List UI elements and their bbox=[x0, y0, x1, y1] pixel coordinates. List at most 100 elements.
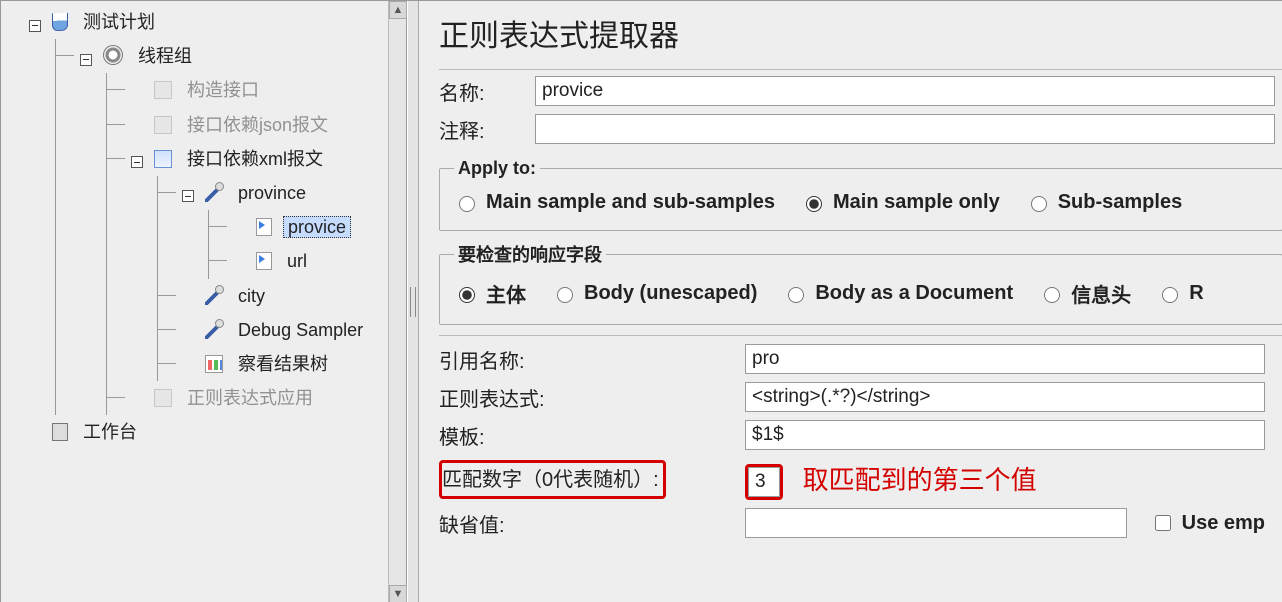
scroll-down-icon[interactable]: ▼ bbox=[389, 585, 407, 602]
tree-node-construct[interactable]: 构造接口 bbox=[107, 73, 406, 107]
apply-to-label-0: Main sample and sub-samples bbox=[486, 191, 775, 214]
regex-input[interactable] bbox=[745, 382, 1265, 412]
use-empty-label: Use emp bbox=[1182, 512, 1265, 535]
extractor-icon bbox=[256, 252, 272, 270]
tree-label: province bbox=[234, 183, 310, 203]
comment-label: 注释: bbox=[439, 110, 535, 148]
name-input[interactable] bbox=[535, 76, 1275, 106]
scroll-up-icon[interactable]: ▲ bbox=[389, 1, 407, 19]
response-radio-1[interactable] bbox=[557, 287, 573, 303]
regex-label: 正则表达式: bbox=[439, 378, 745, 416]
match-no-highlight: 匹配数字（0代表随机）: bbox=[439, 460, 666, 499]
response-label-0: 主体 bbox=[486, 279, 526, 308]
apply-to-fieldset: Apply to: Main sample and sub-samples Ma… bbox=[439, 158, 1282, 231]
tree-node-json-dep[interactable]: 接口依赖json报文 bbox=[107, 108, 406, 142]
tree-scrollbar[interactable]: ▲ ▼ bbox=[388, 1, 406, 602]
extractor-props: 引用名称: 正则表达式: 模板: 匹配数字（0代表随机）: bbox=[439, 340, 1271, 542]
response-option-0[interactable]: 主体 bbox=[454, 279, 526, 308]
template-label: 模板: bbox=[439, 416, 745, 454]
match-no-label: 匹配数字（0代表随机）: bbox=[442, 469, 659, 491]
tree-label: 接口依赖json报文 bbox=[183, 115, 332, 135]
tree-node-debug[interactable]: Debug Sampler bbox=[158, 313, 406, 347]
tree-node-workbench[interactable]: 工作台 bbox=[5, 415, 406, 449]
tree-label: 工作台 bbox=[79, 422, 141, 442]
default-label: 缺省值: bbox=[439, 504, 745, 542]
sampler-icon bbox=[205, 287, 223, 305]
tree-label: 线程组 bbox=[134, 46, 196, 66]
tree-label: city bbox=[234, 286, 269, 306]
response-label-3: 信息头 bbox=[1071, 279, 1131, 308]
apply-to-legend: Apply to: bbox=[454, 158, 540, 179]
toggle-icon[interactable] bbox=[131, 156, 143, 168]
controller-icon bbox=[154, 81, 172, 99]
match-no-input-highlight bbox=[745, 464, 783, 500]
response-option-3[interactable]: 信息头 bbox=[1039, 279, 1131, 308]
tree-node-city[interactable]: city bbox=[158, 279, 406, 313]
tree-node-thread-group[interactable]: 线程组 构造接口 接口依赖json报文 bbox=[56, 39, 406, 415]
tree-node-xml-dep[interactable]: 接口依赖xml报文 province bbox=[107, 142, 406, 381]
default-input[interactable] bbox=[745, 508, 1127, 538]
apply-to-option-2[interactable]: Sub-samples bbox=[1026, 191, 1182, 214]
tree-node-view-results[interactable]: 察看结果树 bbox=[158, 347, 406, 381]
response-radio-2[interactable] bbox=[788, 287, 804, 303]
ref-name-label: 引用名称: bbox=[439, 340, 745, 378]
editor-panel: 正则表达式提取器 名称: 注释: Apply to: Main sample a… bbox=[419, 1, 1282, 602]
tree-node-test-plan[interactable]: 测试计划 线程组 构造接口 bbox=[5, 5, 406, 415]
use-empty-option[interactable]: Use emp bbox=[1151, 512, 1265, 535]
tree-node-regex-app[interactable]: 正则表达式应用 bbox=[107, 381, 406, 415]
tree-node-province[interactable]: province provice bbox=[158, 176, 406, 279]
apply-to-radio-2[interactable] bbox=[1031, 196, 1047, 212]
tree-label: Debug Sampler bbox=[234, 320, 367, 340]
name-comment-form: 名称: 注释: bbox=[439, 72, 1281, 148]
apply-to-label-2: Sub-samples bbox=[1058, 191, 1182, 214]
response-field-legend: 要检查的响应字段 bbox=[454, 241, 606, 267]
template-input[interactable] bbox=[745, 420, 1265, 450]
tree-node-provice-selected[interactable]: provice bbox=[209, 210, 406, 244]
ref-name-input[interactable] bbox=[745, 344, 1265, 374]
match-no-input[interactable] bbox=[748, 467, 780, 497]
tree-label: 测试计划 bbox=[79, 12, 159, 32]
apply-to-label-1: Main sample only bbox=[833, 191, 1000, 214]
annotation-text: 取匹配到的第三个值 bbox=[803, 465, 1037, 495]
tree-label: 构造接口 bbox=[183, 80, 263, 100]
apply-to-radio-0[interactable] bbox=[459, 196, 475, 212]
use-empty-checkbox[interactable] bbox=[1155, 515, 1171, 531]
toggle-icon[interactable] bbox=[80, 54, 92, 66]
response-option-4[interactable]: R bbox=[1157, 279, 1203, 308]
apply-to-radio-1[interactable] bbox=[806, 196, 822, 212]
splitter[interactable] bbox=[407, 1, 419, 602]
controller-icon bbox=[154, 389, 172, 407]
response-option-2[interactable]: Body as a Document bbox=[783, 279, 1013, 308]
response-label-2: Body as a Document bbox=[815, 282, 1013, 305]
response-field-fieldset: 要检查的响应字段 主体 Body (unescaped) Body as a D… bbox=[439, 241, 1282, 325]
controller-icon bbox=[154, 116, 172, 134]
tree-label: 接口依赖xml报文 bbox=[183, 149, 327, 169]
response-label-4: R bbox=[1189, 282, 1203, 305]
gear-icon bbox=[103, 45, 123, 65]
apply-to-option-1[interactable]: Main sample only bbox=[801, 191, 1000, 214]
response-option-1[interactable]: Body (unescaped) bbox=[552, 279, 757, 308]
beaker-icon bbox=[52, 13, 68, 32]
results-icon bbox=[205, 355, 223, 373]
apply-to-option-0[interactable]: Main sample and sub-samples bbox=[454, 191, 775, 214]
name-label: 名称: bbox=[439, 72, 535, 110]
tree-panel: 测试计划 线程组 构造接口 bbox=[1, 1, 407, 602]
toggle-icon[interactable] bbox=[29, 20, 41, 32]
clipboard-icon bbox=[52, 423, 68, 441]
tree-label: 察看结果树 bbox=[234, 354, 332, 374]
response-radio-3[interactable] bbox=[1044, 287, 1060, 303]
response-label-1: Body (unescaped) bbox=[584, 282, 757, 305]
tree-label: 正则表达式应用 bbox=[183, 388, 317, 408]
comment-input[interactable] bbox=[535, 114, 1275, 144]
tree-node-url[interactable]: url bbox=[209, 244, 406, 278]
app-root: 测试计划 线程组 构造接口 bbox=[0, 0, 1282, 602]
test-plan-tree: 测试计划 线程组 构造接口 bbox=[5, 5, 406, 449]
sampler-icon bbox=[205, 184, 223, 202]
tree-label-selected: provice bbox=[283, 216, 351, 238]
response-radio-0[interactable] bbox=[459, 287, 475, 303]
toggle-icon[interactable] bbox=[182, 190, 194, 202]
extractor-icon bbox=[256, 218, 272, 236]
tree-label: url bbox=[283, 251, 311, 271]
response-radio-4[interactable] bbox=[1162, 287, 1178, 303]
panel-title: 正则表达式提取器 bbox=[439, 11, 1282, 55]
